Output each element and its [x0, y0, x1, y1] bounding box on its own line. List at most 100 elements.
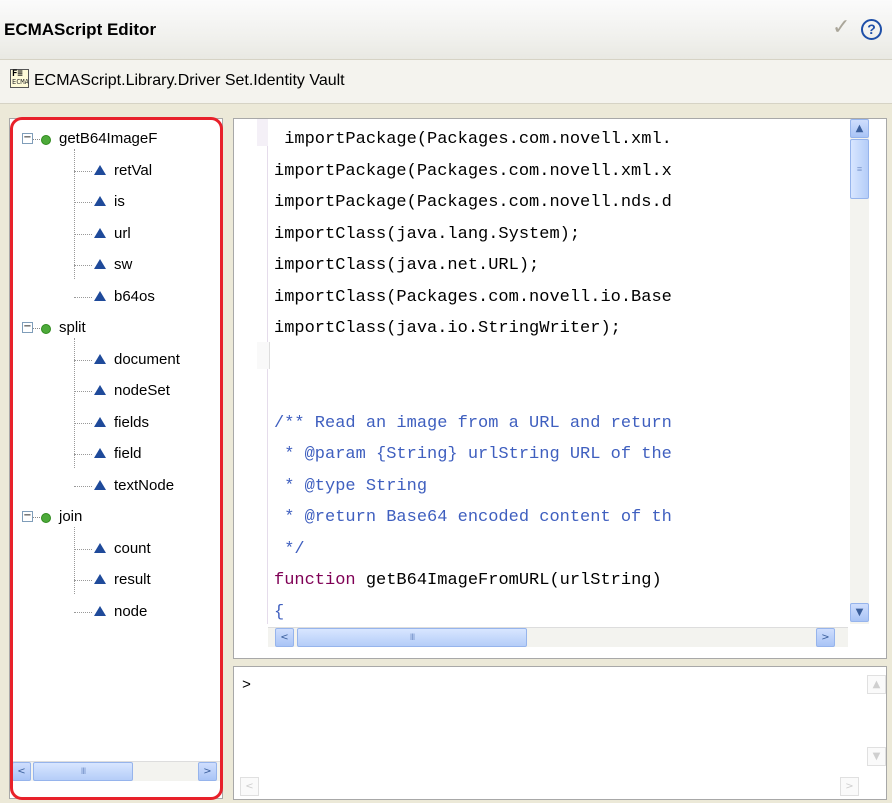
- code-line: * @type String: [274, 476, 428, 496]
- variable-icon: [94, 605, 106, 616]
- collapse-toggle-icon[interactable]: −: [22, 322, 33, 333]
- editor-horizontal-scrollbar[interactable]: < III >: [268, 627, 848, 647]
- outline-panel: − getB64ImageF retVal is url sw b64os − split doc…: [9, 118, 223, 799]
- variable-name: sw: [114, 256, 133, 273]
- variable-icon: [94, 164, 106, 175]
- gutter-marker: [257, 342, 270, 369]
- outline-variable-node[interactable]: retVal: [10, 159, 222, 183]
- tree-connector: [74, 265, 92, 266]
- scroll-thumb[interactable]: III: [33, 762, 133, 781]
- function-name: split: [59, 319, 86, 336]
- variable-name: node: [114, 602, 148, 620]
- variable-name: url: [114, 224, 131, 242]
- outline-variable-node[interactable]: nodeSet: [10, 379, 222, 403]
- editor-gutter: [234, 119, 270, 624]
- code-line: function getB64ImageFromURL(urlString): [274, 565, 848, 597]
- outline-tree: − getB64ImageF retVal is url sw b64os − split doc…: [10, 119, 222, 762]
- scroll-left-button[interactable]: <: [275, 628, 294, 647]
- console-prompt: >: [242, 677, 252, 694]
- tree-connector: [33, 328, 40, 329]
- tree-connector: [74, 611, 92, 613]
- scroll-down-button[interactable]: ▼: [867, 747, 886, 766]
- outline-variable-node[interactable]: count: [10, 537, 222, 561]
- outline-variable-node[interactable]: is: [10, 190, 222, 214]
- scroll-right-button[interactable]: >: [816, 628, 835, 647]
- scroll-thumb[interactable]: III: [297, 628, 527, 647]
- code-line: */: [274, 539, 305, 559]
- variable-icon: [94, 542, 106, 553]
- variable-icon: [94, 196, 106, 206]
- code-line: * @return Base64 encoded content of th: [274, 508, 672, 527]
- tree-connector: [74, 233, 92, 235]
- code-editor[interactable]: importPackage(Packages.com.novell.xml. im…: [233, 118, 887, 659]
- variable-name: nodeSet: [114, 382, 170, 399]
- code-line: importClass(java.lang.System);: [274, 224, 581, 244]
- variable-icon: [94, 574, 106, 584]
- outline-variable-node[interactable]: field: [10, 442, 222, 466]
- tree-connector: [33, 517, 40, 518]
- outline-variable-node[interactable]: result: [10, 568, 222, 592]
- tree-connector: [74, 422, 92, 424]
- scroll-up-button[interactable]: ▲: [850, 119, 869, 138]
- function-icon: [41, 324, 51, 334]
- outline-variable-node[interactable]: url: [10, 222, 222, 246]
- variable-icon: [94, 416, 106, 427]
- variable-icon: [94, 479, 106, 490]
- tree-connector: [74, 202, 92, 203]
- path-bar: F≡ ECMA ECMAScript.Library.Driver Set.Ide…: [0, 60, 892, 104]
- outline-variable-node[interactable]: sw: [10, 253, 222, 277]
- code-line: /** Read an image from a URL and return: [274, 413, 672, 433]
- outline-variable-node[interactable]: node: [10, 600, 222, 624]
- tree-connector: [33, 139, 40, 140]
- variable-name: fields: [114, 413, 150, 431]
- outline-variable-node[interactable]: document: [10, 348, 222, 372]
- collapse-toggle-icon[interactable]: −: [22, 133, 33, 144]
- scroll-thumb[interactable]: ≡: [850, 139, 869, 199]
- outline-variable-node[interactable]: textNode: [10, 474, 222, 498]
- variable-name: textNode: [114, 476, 175, 494]
- console-panel[interactable]: > ▲ ▼ < >: [233, 666, 887, 800]
- tree-connector: [74, 548, 92, 550]
- outline-variable-node[interactable]: fields: [10, 411, 222, 435]
- code-text[interactable]: importPackage(Packages.com.novell.xml. im…: [274, 124, 848, 624]
- tree-connector: [74, 391, 92, 392]
- outline-horizontal-scrollbar[interactable]: < III >: [10, 761, 222, 781]
- variable-icon: [94, 385, 106, 395]
- editor-vertical-scrollbar[interactable]: ▲ ≡ ▼: [850, 119, 869, 624]
- variable-icon: [94, 259, 106, 269]
- scroll-left-button[interactable]: <: [12, 762, 31, 781]
- code-line: {: [274, 602, 285, 622]
- code-line: importClass(Packages.com.novell.io.Base: [274, 287, 672, 307]
- object-path: ECMAScript.Library.Driver Set.Identity V…: [34, 72, 345, 89]
- outline-function-node[interactable]: − join: [10, 505, 222, 529]
- code-line: importPackage(Packages.com.novell.xml.: [274, 130, 672, 149]
- variable-name: count: [114, 539, 151, 557]
- help-icon[interactable]: ?: [861, 19, 882, 40]
- collapse-toggle-icon[interactable]: −: [22, 511, 33, 522]
- editor-title-bar: ECMAScript Editor ✓ ?: [0, 0, 892, 60]
- function-icon: [41, 513, 51, 523]
- outline-function-node[interactable]: − split: [10, 316, 222, 340]
- outline-function-node[interactable]: − getB64ImageF: [10, 127, 222, 151]
- checkmark-icon[interactable]: ✓: [832, 14, 850, 40]
- outline-variable-node[interactable]: b64os: [10, 285, 222, 309]
- gutter-marker: [257, 119, 268, 146]
- scroll-right-button[interactable]: >: [840, 777, 859, 796]
- function-icon: [41, 135, 51, 145]
- tree-connector: [74, 170, 92, 172]
- scroll-down-button[interactable]: ▼: [850, 603, 869, 622]
- tree-connector: [74, 359, 92, 361]
- scroll-left-button[interactable]: <: [240, 777, 259, 796]
- code-line: importPackage(Packages.com.novell.nds.d: [274, 193, 672, 212]
- function-name: join: [59, 508, 83, 525]
- variable-name: is: [114, 193, 125, 210]
- variable-name: field: [114, 445, 142, 462]
- tree-connector: [74, 296, 92, 298]
- scroll-right-button[interactable]: >: [198, 762, 217, 781]
- variable-icon: [94, 290, 106, 301]
- tree-connector: [74, 485, 92, 487]
- variable-icon: [94, 448, 106, 458]
- scroll-up-button[interactable]: ▲: [867, 675, 886, 694]
